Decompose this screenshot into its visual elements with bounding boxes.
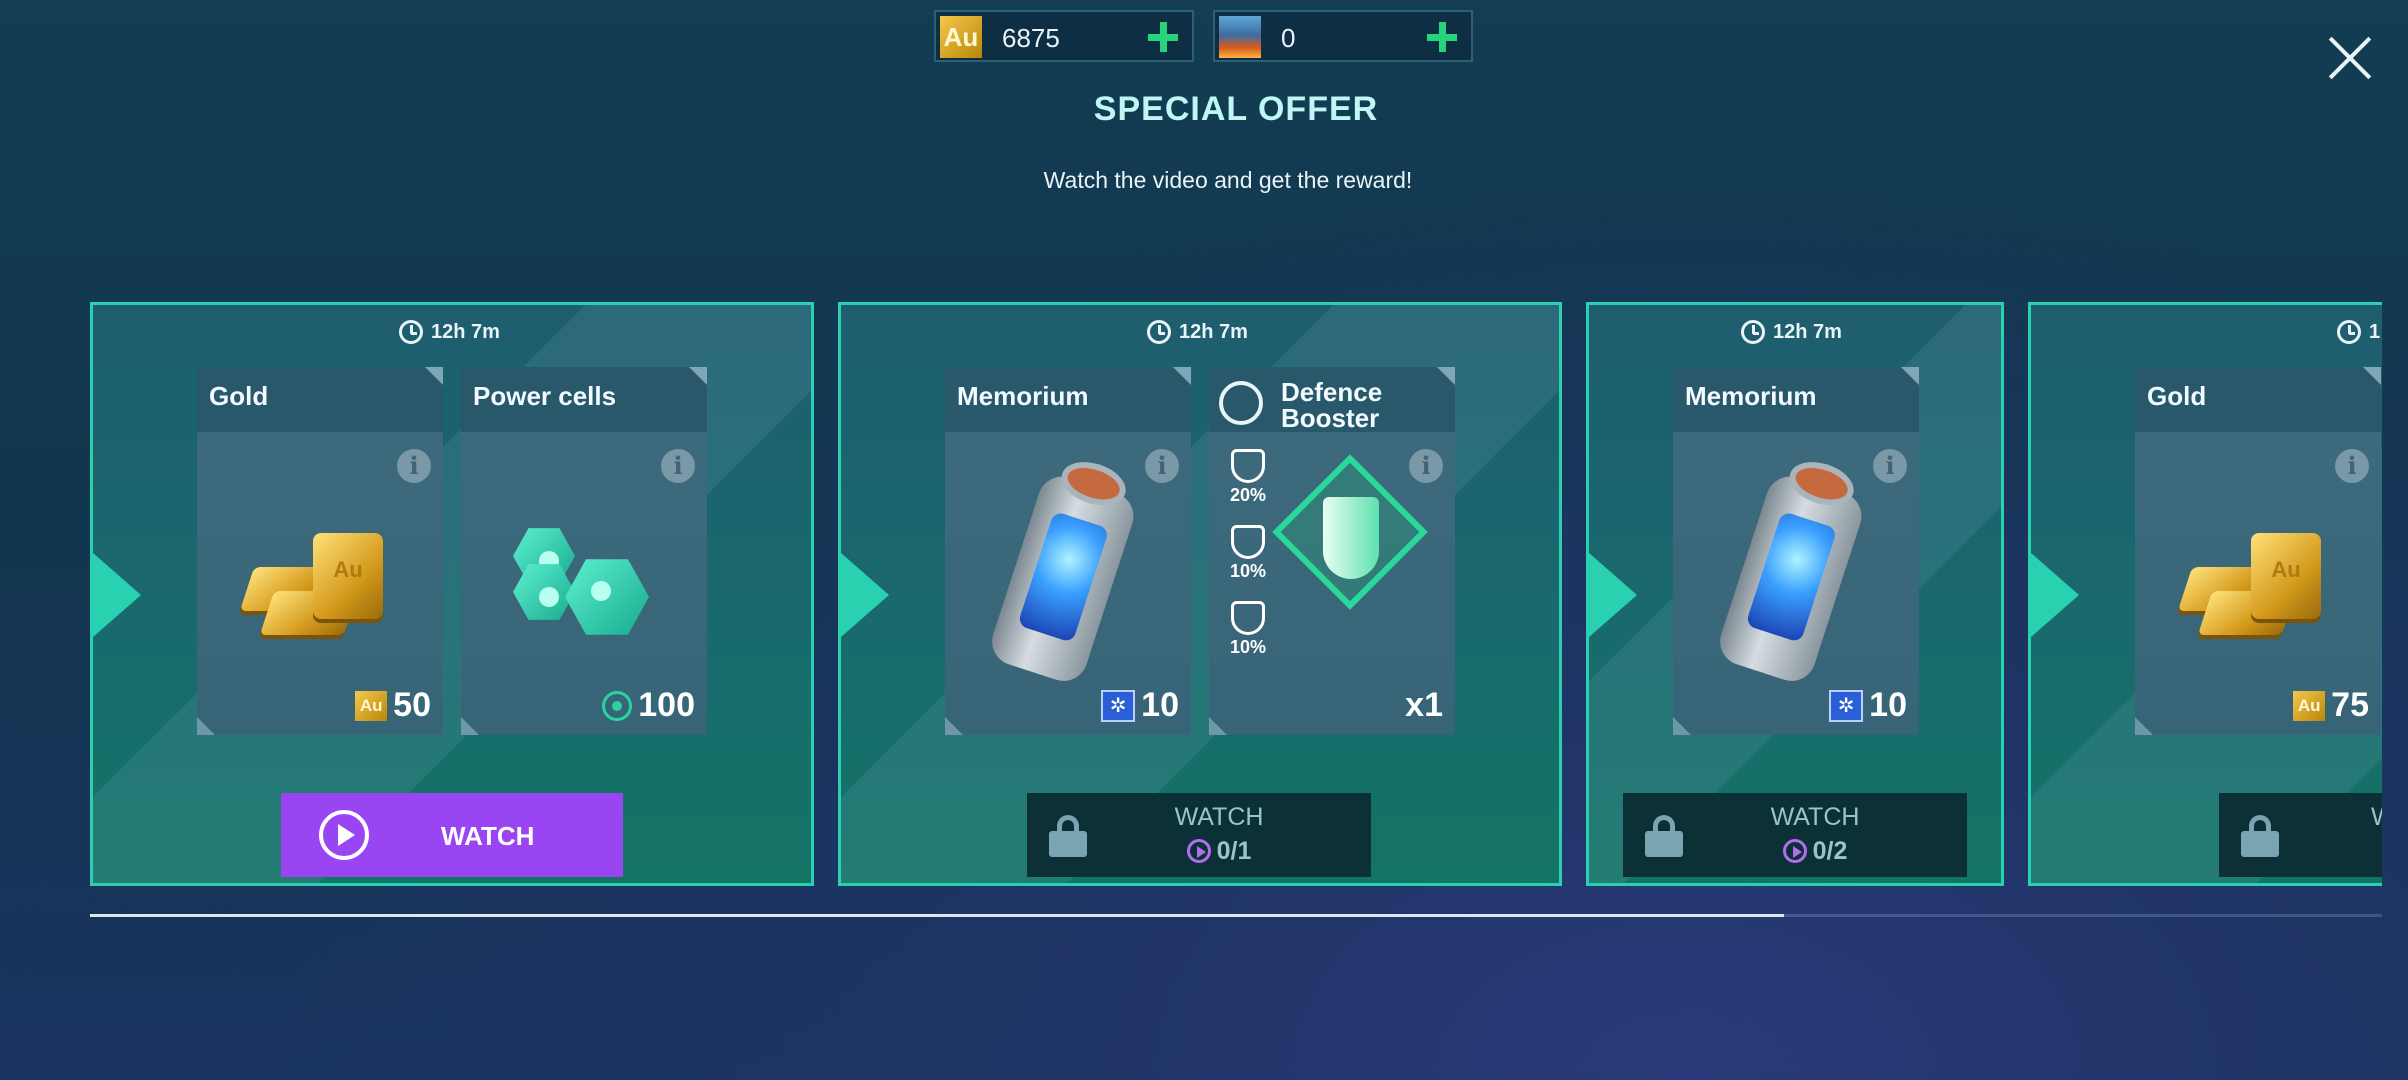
page-subtitle: Watch the video and get the reward! — [1043, 167, 1413, 193]
reward-amount: Au 50 — [355, 686, 431, 725]
shield-up-icon — [1231, 601, 1265, 635]
reward-card-memorium: Memorium i ✲ 10 — [1673, 367, 1919, 735]
clock-icon — [399, 320, 423, 344]
watch-button-locked[interactable]: W — [2219, 793, 2382, 877]
memorium-icon: ✲ — [1829, 689, 1864, 722]
watch-label: WATCH — [441, 821, 535, 851]
offer-arrow-icon — [1589, 553, 1637, 637]
memorium-canister-image — [976, 448, 1152, 703]
reward-name: Power cells — [473, 381, 617, 411]
add-energy-button[interactable] — [1421, 16, 1463, 58]
info-icon[interactable]: i — [661, 449, 695, 483]
energy-currency-counter: 0 — [1213, 10, 1473, 62]
stat-item: 20% — [1223, 449, 1273, 525]
info-icon[interactable]: i — [397, 449, 431, 483]
offer-timer: 12h 7m — [399, 317, 500, 347]
offer-card: 12h 7m Gold i Au Au 50 Power cells i 100… — [90, 302, 814, 886]
shield-up-icon — [1231, 525, 1265, 559]
timer-text: 12h 7m — [1773, 320, 1842, 343]
scrollbar-thumb[interactable] — [90, 914, 1784, 917]
offer-timer: 12h 7m — [1147, 317, 1248, 347]
energy-amount: 0 — [1281, 23, 1296, 53]
offer-card: 1 Gold i Au Au 75 W — [2028, 302, 2382, 886]
reward-name: Defence Booster — [1281, 377, 1383, 433]
gold-icon: Au — [355, 690, 388, 721]
reward-name: Gold — [2147, 381, 2207, 411]
memorium-canister-image — [1704, 448, 1880, 703]
defence-shield-image — [1272, 454, 1433, 637]
page-title: SPECIAL OFFER — [1093, 90, 1379, 128]
power-cell-icon — [602, 690, 633, 721]
booster-stats: 20% 10% 10% — [1223, 449, 1273, 677]
stat-up-icon — [1231, 449, 1265, 483]
timer-text: 12h 7m — [431, 320, 500, 343]
carousel-scrollbar[interactable] — [90, 914, 2382, 917]
watch-label: W — [2219, 803, 2382, 832]
watch-button-locked[interactable]: WATCH 0/1 — [1027, 793, 1371, 877]
gold-icon: Au — [940, 16, 982, 58]
timer-text: 1 — [2369, 320, 2381, 343]
reward-card-gold: Gold i Au Au 75 — [2135, 367, 2381, 735]
add-gold-button[interactable] — [1142, 16, 1184, 58]
watch-button-locked[interactable]: WATCH 0/2 — [1623, 793, 1967, 877]
offer-arrow-icon — [93, 553, 141, 637]
booster-type-icon — [1219, 381, 1263, 425]
watch-progress: 0/2 — [1623, 837, 1967, 866]
reward-name: Memorium — [1685, 381, 1817, 411]
reward-card-memorium: Memorium i ✲ 10 — [945, 367, 1191, 735]
watch-progress: 0/1 — [1027, 837, 1371, 866]
memorium-icon: ✲ — [1101, 689, 1136, 722]
offer-card: 12h 7m Memorium i ✲ 10 Defence Booster i… — [838, 302, 1562, 886]
clock-icon — [2337, 320, 2361, 344]
energy-icon — [1219, 16, 1261, 58]
timer-text: 12h 7m — [1179, 320, 1248, 343]
clock-icon — [1147, 320, 1171, 344]
offer-arrow-icon — [2031, 553, 2079, 637]
reward-amount: Au 75 — [2293, 686, 2369, 725]
gold-bars-image: Au — [2177, 527, 2335, 637]
watch-button[interactable]: WATCH — [281, 793, 623, 877]
power-cells-image — [513, 525, 653, 643]
reward-name: Memorium — [957, 381, 1089, 411]
info-icon[interactable]: i — [2335, 449, 2369, 483]
reward-card-gold: Gold i Au Au 50 — [197, 367, 443, 735]
offer-timer: 1 — [2337, 317, 2380, 347]
clock-icon — [1741, 320, 1765, 344]
offer-timer: 12h 7m — [1741, 317, 1842, 347]
offer-arrow-icon — [841, 553, 889, 637]
watch-video-icon — [1186, 839, 1211, 863]
gold-icon: Au — [2293, 690, 2326, 721]
info-icon[interactable]: i — [1145, 449, 1179, 483]
reward-amount: x1 — [1405, 686, 1443, 724]
close-button[interactable] — [2322, 30, 2378, 86]
gold-bars-image: Au — [239, 527, 397, 637]
watch-label: WATCH — [1174, 803, 1264, 831]
watch-video-icon — [1782, 839, 1807, 863]
watch-video-icon — [319, 810, 369, 860]
reward-name: Gold — [209, 381, 269, 411]
offers-carousel[interactable]: 12h 7m Gold i Au Au 50 Power cells i 100… — [90, 300, 2382, 890]
gold-amount: 6875 — [1002, 23, 1060, 53]
reward-card-defence-booster: Defence Booster i 20% 10% 10% x1 — [1209, 367, 1455, 735]
stat-item: 10% — [1223, 525, 1273, 601]
reward-amount: ✲ 10 — [1101, 686, 1179, 725]
watch-label: WATCH — [1770, 803, 1860, 831]
gold-currency-counter: Au 6875 — [934, 10, 1194, 62]
info-icon[interactable]: i — [1873, 449, 1907, 483]
reward-amount: 100 — [602, 686, 695, 725]
offer-card: 12h 7m Memorium i ✲ 10 WATCH 0/2 — [1586, 302, 2004, 886]
reward-card-power-cells: Power cells i 100 — [461, 367, 707, 735]
stat-item: 10% — [1223, 601, 1273, 677]
reward-amount: ✲ 10 — [1829, 686, 1907, 725]
